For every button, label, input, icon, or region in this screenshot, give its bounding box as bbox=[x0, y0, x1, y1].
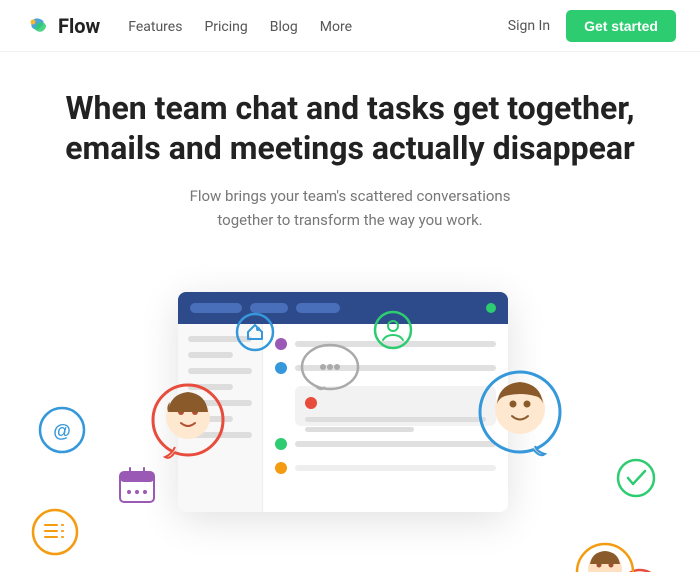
nav-blog[interactable]: Blog bbox=[270, 19, 298, 35]
app-window-mockup bbox=[178, 292, 508, 512]
navbar: Flow Features Pricing Blog More Sign In … bbox=[0, 0, 700, 52]
chat-dot-blue bbox=[275, 362, 287, 374]
nav-links: Features Pricing Blog More bbox=[128, 16, 352, 35]
app-sidebar bbox=[178, 324, 263, 512]
svg-text:@: @ bbox=[53, 421, 71, 441]
logo-text: Flow bbox=[58, 14, 100, 38]
illustration-area: @ bbox=[0, 242, 700, 572]
chat-item-2 bbox=[275, 362, 496, 374]
hero-headline: When team chat and tasks get together, e… bbox=[60, 88, 640, 168]
chat-bubble-box bbox=[295, 386, 496, 426]
nav-more[interactable]: More bbox=[320, 19, 352, 35]
titlebar-status-dot bbox=[486, 303, 496, 313]
app-main-content bbox=[263, 324, 508, 512]
chat-dot-red bbox=[305, 397, 317, 409]
chat-item-4 bbox=[275, 462, 496, 474]
app-titlebar bbox=[178, 292, 508, 324]
hero-section: When team chat and tasks get together, e… bbox=[0, 52, 700, 232]
nav-right: Sign In Get started bbox=[508, 10, 676, 42]
app-body bbox=[178, 324, 508, 512]
get-started-button[interactable]: Get started bbox=[566, 10, 676, 42]
chat-dot-orange bbox=[275, 462, 287, 474]
hero-subtext: Flow brings your team's scattered conver… bbox=[60, 184, 640, 232]
logo-icon bbox=[24, 12, 52, 40]
sidebar-line bbox=[188, 336, 252, 342]
nav-features[interactable]: Features bbox=[128, 19, 182, 35]
chat-item-1 bbox=[275, 338, 496, 350]
logo[interactable]: Flow bbox=[24, 12, 100, 40]
titlebar-pill-1 bbox=[190, 303, 242, 313]
chat-item-3 bbox=[275, 438, 496, 450]
sign-in-link[interactable]: Sign In bbox=[508, 18, 550, 34]
chat-dot-purple bbox=[275, 338, 287, 350]
chat-dot-green bbox=[275, 438, 287, 450]
titlebar-pill-3 bbox=[296, 303, 340, 313]
titlebar-pill-2 bbox=[250, 303, 288, 313]
nav-pricing[interactable]: Pricing bbox=[204, 19, 247, 35]
